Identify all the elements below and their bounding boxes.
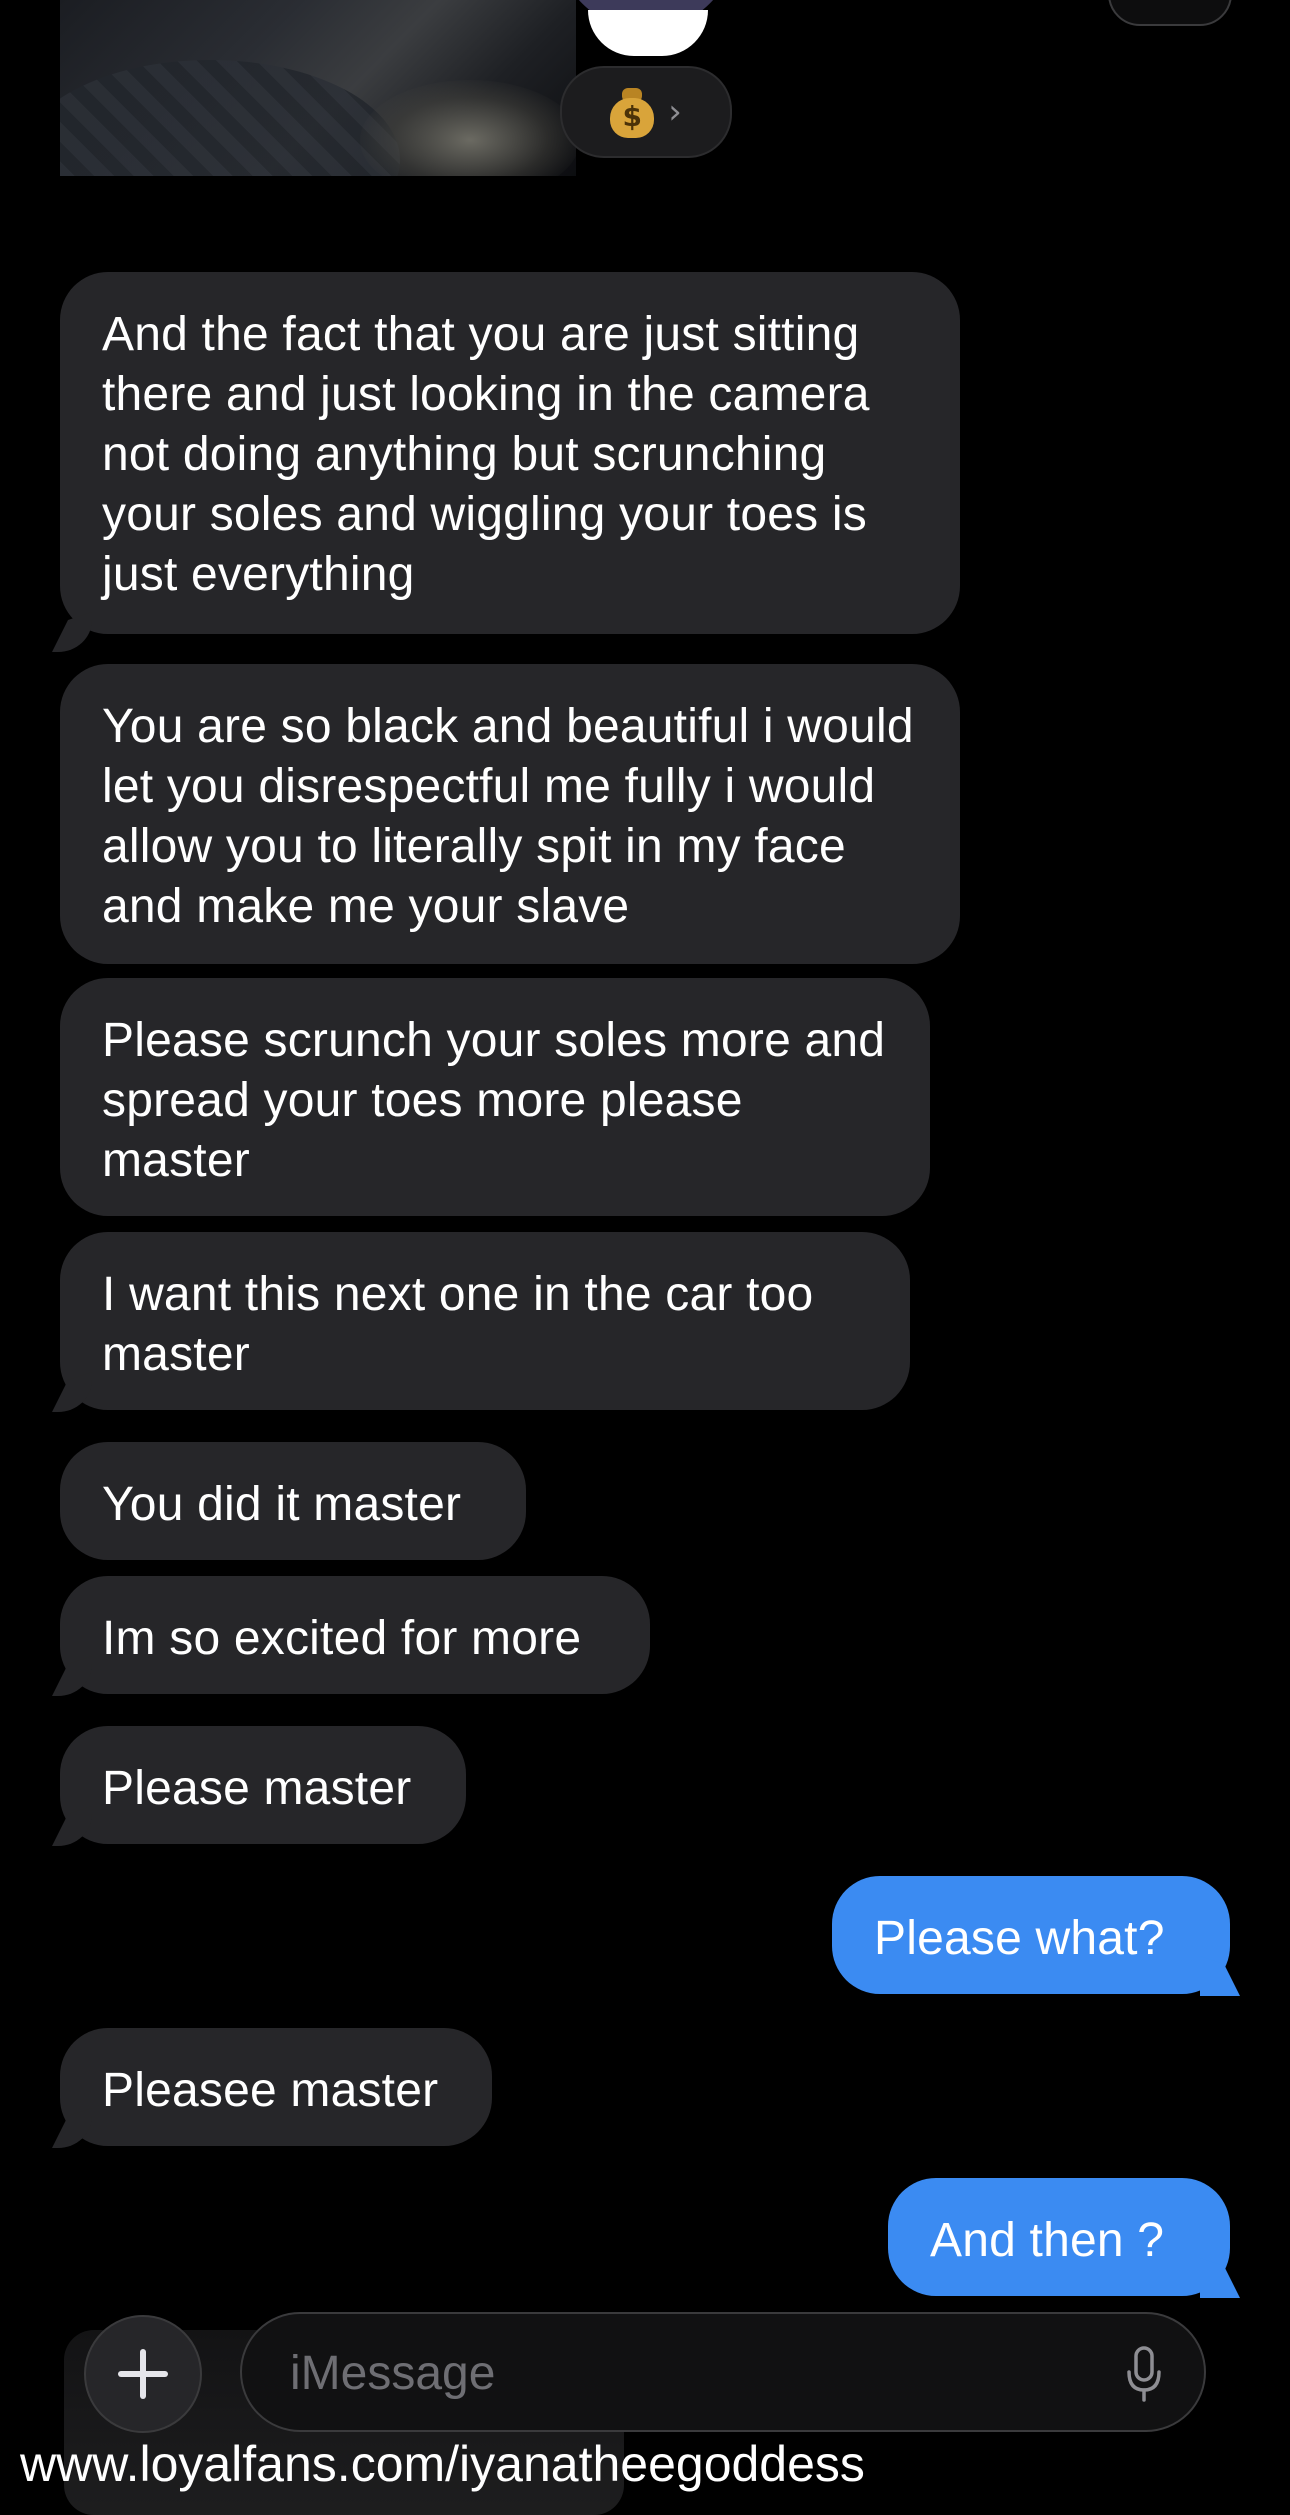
message-bubble-incoming[interactable]: Pleasee master [60,2028,492,2146]
message-bubble-incoming[interactable]: And the fact that you are just sitting t… [60,272,960,634]
message-bubble-incoming[interactable]: You did it master [60,1442,526,1560]
reaction-pill[interactable]: $ › [560,66,732,158]
money-bag-icon: $ [610,86,655,138]
message-text: And the fact that you are just sitting t… [102,308,870,601]
message-bubble-incoming[interactable]: Please scrunch your soles more and sprea… [60,978,930,1216]
message-text: You did it master [102,1478,462,1531]
message-text: Please what? [874,1912,1165,1965]
message-text: Pleasee master [102,2064,439,2117]
avatar[interactable] [556,0,736,56]
watermark-text: www.loyalfans.com/iyanatheegoddess [20,2436,865,2492]
message-text: Please scrunch your soles more and sprea… [102,1014,886,1187]
plus-icon [118,2349,168,2399]
message-text: You are so black and beautiful i would l… [102,700,914,933]
microphone-icon[interactable] [1124,2344,1164,2404]
message-bubble-outgoing[interactable]: And then ? [888,2178,1230,2296]
add-attachment-button[interactable] [84,2315,202,2433]
message-text: I want this next one in the car too mast… [102,1268,814,1381]
chevron-right-icon: › [668,92,682,132]
message-bubble-incoming[interactable]: You are so black and beautiful i would l… [60,664,960,964]
message-bubble-incoming[interactable]: Please master [60,1726,466,1844]
photo-attachment[interactable] [60,0,576,176]
partial-pill[interactable] [1108,0,1232,26]
message-text: And then ? [930,2214,1165,2267]
message-input-placeholder: iMessage [290,2347,496,2400]
message-input[interactable]: iMessage [240,2312,1206,2432]
message-bubble-incoming[interactable]: I want this next one in the car too mast… [60,1232,910,1410]
message-bubble-outgoing[interactable]: Please what? [832,1876,1230,1994]
message-bubble-incoming[interactable]: Im so excited for more [60,1576,650,1694]
bubble-tail [60,600,110,650]
message-text: Please master [102,1762,412,1815]
message-text: Im so excited for more [102,1612,582,1665]
